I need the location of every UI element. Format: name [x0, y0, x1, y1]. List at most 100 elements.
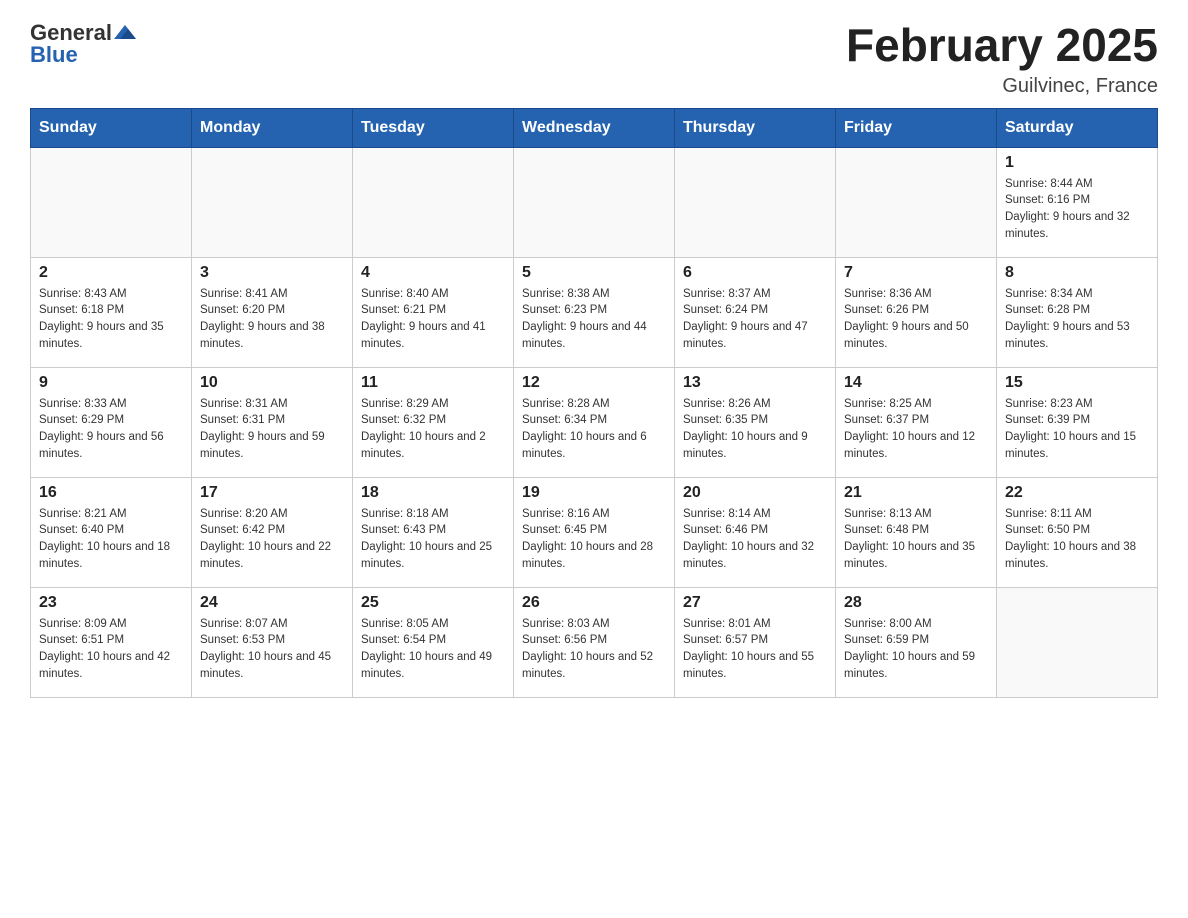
calendar-cell: 6Sunrise: 8:37 AMSunset: 6:24 PMDaylight… — [675, 257, 836, 367]
calendar-cell: 5 Sunrise: 8:38 AMSunset: 6:23 PMDaylight… — [514, 257, 675, 367]
day-number: 27 — [683, 594, 827, 612]
calendar-cell: 22 Sunrise: 8:11 AMSunset: 6:50 PMDayligh… — [997, 477, 1158, 587]
page-header: General Blue February 2025 Guilvinec, Fr… — [30, 20, 1158, 98]
calendar-cell: 4 Sunrise: 8:40 AMSunset: 6:21 PMDaylight… — [353, 257, 514, 367]
day-info: Sunrise: 8:21 AMSunset: 6:40 PMDaylight:… — [39, 506, 183, 573]
day-info: Sunrise: 8:31 AMSunset: 6:31 PMDaylight:… — [200, 396, 344, 463]
calendar-cell: 26 Sunrise: 8:03 AMSunset: 6:56 PMDayligh… — [514, 587, 675, 697]
calendar-cell: 21Sunrise: 8:13 AMSunset: 6:48 PMDayligh… — [836, 477, 997, 587]
calendar-cell: 17 Sunrise: 8:20 AMSunset: 6:42 PMDayligh… — [192, 477, 353, 587]
calendar-week-row: 2 Sunrise: 8:43 AMSunset: 6:18 PMDaylight… — [31, 257, 1158, 367]
day-info: Sunrise: 8:03 AMSunset: 6:56 PMDaylight:… — [522, 616, 666, 683]
day-info: Sunrise: 8:26 AMSunset: 6:35 PMDaylight:… — [683, 396, 827, 463]
calendar-week-row: 16 Sunrise: 8:21 AMSunset: 6:40 PMDayligh… — [31, 477, 1158, 587]
calendar-cell: 1 Sunrise: 8:44 AMSunset: 6:16 PMDaylight… — [997, 147, 1158, 257]
calendar-cell: 3 Sunrise: 8:41 AMSunset: 6:20 PMDaylight… — [192, 257, 353, 367]
day-number: 22 — [1005, 484, 1149, 502]
calendar-table: SundayMondayTuesdayWednesdayThursdayFrid… — [30, 108, 1158, 698]
day-info: Sunrise: 8:38 AMSunset: 6:23 PMDaylight:… — [522, 286, 666, 353]
calendar-header-friday: Friday — [836, 108, 997, 147]
calendar-cell — [675, 147, 836, 257]
day-number: 23 — [39, 594, 183, 612]
day-info: Sunrise: 8:37 AMSunset: 6:24 PMDaylight:… — [683, 286, 827, 353]
logo-blue-text: Blue — [30, 42, 78, 68]
calendar-cell — [192, 147, 353, 257]
day-number: 9 — [39, 374, 183, 392]
day-number: 21 — [844, 484, 988, 502]
day-number: 13 — [683, 374, 827, 392]
day-number: 14 — [844, 374, 988, 392]
calendar-cell: 7 Sunrise: 8:36 AMSunset: 6:26 PMDaylight… — [836, 257, 997, 367]
calendar-cell — [353, 147, 514, 257]
calendar-cell: 2 Sunrise: 8:43 AMSunset: 6:18 PMDaylight… — [31, 257, 192, 367]
title-block: February 2025 Guilvinec, France — [846, 20, 1158, 98]
calendar-header-monday: Monday — [192, 108, 353, 147]
day-info: Sunrise: 8:16 AMSunset: 6:45 PMDaylight:… — [522, 506, 666, 573]
day-info: Sunrise: 8:20 AMSunset: 6:42 PMDaylight:… — [200, 506, 344, 573]
calendar-header-wednesday: Wednesday — [514, 108, 675, 147]
calendar-cell: 28 Sunrise: 8:00 AMSunset: 6:59 PMDayligh… — [836, 587, 997, 697]
calendar-cell: 9Sunrise: 8:33 AMSunset: 6:29 PMDaylight… — [31, 367, 192, 477]
calendar-cell: 14Sunrise: 8:25 AMSunset: 6:37 PMDayligh… — [836, 367, 997, 477]
calendar-cell: 16 Sunrise: 8:21 AMSunset: 6:40 PMDayligh… — [31, 477, 192, 587]
calendar-cell: 10 Sunrise: 8:31 AMSunset: 6:31 PMDayligh… — [192, 367, 353, 477]
calendar-cell — [836, 147, 997, 257]
day-info: Sunrise: 8:14 AMSunset: 6:46 PMDaylight:… — [683, 506, 827, 573]
calendar-cell — [514, 147, 675, 257]
calendar-cell — [997, 587, 1158, 697]
day-number: 18 — [361, 484, 505, 502]
day-number: 28 — [844, 594, 988, 612]
day-number: 12 — [522, 374, 666, 392]
day-number: 10 — [200, 374, 344, 392]
day-info: Sunrise: 8:18 AMSunset: 6:43 PMDaylight:… — [361, 506, 505, 573]
day-number: 20 — [683, 484, 827, 502]
calendar-week-row: 9Sunrise: 8:33 AMSunset: 6:29 PMDaylight… — [31, 367, 1158, 477]
day-info: Sunrise: 8:41 AMSunset: 6:20 PMDaylight:… — [200, 286, 344, 353]
day-info: Sunrise: 8:36 AMSunset: 6:26 PMDaylight:… — [844, 286, 988, 353]
day-info: Sunrise: 8:01 AMSunset: 6:57 PMDaylight:… — [683, 616, 827, 683]
day-info: Sunrise: 8:23 AMSunset: 6:39 PMDaylight:… — [1005, 396, 1149, 463]
calendar-week-row: 23 Sunrise: 8:09 AMSunset: 6:51 PMDayligh… — [31, 587, 1158, 697]
day-number: 4 — [361, 264, 505, 282]
day-info: Sunrise: 8:00 AMSunset: 6:59 PMDaylight:… — [844, 616, 988, 683]
calendar-cell: 11 Sunrise: 8:29 AMSunset: 6:32 PMDayligh… — [353, 367, 514, 477]
day-number: 2 — [39, 264, 183, 282]
day-info: Sunrise: 8:29 AMSunset: 6:32 PMDaylight:… — [361, 396, 505, 463]
day-number: 19 — [522, 484, 666, 502]
calendar-cell — [31, 147, 192, 257]
day-number: 3 — [200, 264, 344, 282]
day-info: Sunrise: 8:44 AMSunset: 6:16 PMDaylight:… — [1005, 176, 1149, 243]
calendar-cell: 24 Sunrise: 8:07 AMSunset: 6:53 PMDayligh… — [192, 587, 353, 697]
calendar-header-tuesday: Tuesday — [353, 108, 514, 147]
day-number: 26 — [522, 594, 666, 612]
day-number: 17 — [200, 484, 344, 502]
day-number: 24 — [200, 594, 344, 612]
calendar-cell: 12Sunrise: 8:28 AMSunset: 6:34 PMDayligh… — [514, 367, 675, 477]
day-info: Sunrise: 8:07 AMSunset: 6:53 PMDaylight:… — [200, 616, 344, 683]
calendar-cell: 20 Sunrise: 8:14 AMSunset: 6:46 PMDayligh… — [675, 477, 836, 587]
day-info: Sunrise: 8:05 AMSunset: 6:54 PMDaylight:… — [361, 616, 505, 683]
location-subtitle: Guilvinec, France — [846, 75, 1158, 98]
calendar-cell: 27 Sunrise: 8:01 AMSunset: 6:57 PMDayligh… — [675, 587, 836, 697]
day-info: Sunrise: 8:40 AMSunset: 6:21 PMDaylight:… — [361, 286, 505, 353]
day-number: 15 — [1005, 374, 1149, 392]
calendar-header-saturday: Saturday — [997, 108, 1158, 147]
day-number: 16 — [39, 484, 183, 502]
day-number: 7 — [844, 264, 988, 282]
logo: General Blue — [30, 20, 136, 68]
calendar-cell: 25Sunrise: 8:05 AMSunset: 6:54 PMDayligh… — [353, 587, 514, 697]
logo-icon — [114, 21, 136, 43]
day-number: 11 — [361, 374, 505, 392]
calendar-header-sunday: Sunday — [31, 108, 192, 147]
calendar-cell: 15 Sunrise: 8:23 AMSunset: 6:39 PMDayligh… — [997, 367, 1158, 477]
day-number: 1 — [1005, 154, 1149, 172]
month-year-title: February 2025 — [846, 20, 1158, 71]
calendar-header-row: SundayMondayTuesdayWednesdayThursdayFrid… — [31, 108, 1158, 147]
calendar-cell: 18 Sunrise: 8:18 AMSunset: 6:43 PMDayligh… — [353, 477, 514, 587]
day-number: 8 — [1005, 264, 1149, 282]
calendar-cell: 19 Sunrise: 8:16 AMSunset: 6:45 PMDayligh… — [514, 477, 675, 587]
day-number: 5 — [522, 264, 666, 282]
day-info: Sunrise: 8:11 AMSunset: 6:50 PMDaylight:… — [1005, 506, 1149, 573]
day-info: Sunrise: 8:43 AMSunset: 6:18 PMDaylight:… — [39, 286, 183, 353]
day-info: Sunrise: 8:09 AMSunset: 6:51 PMDaylight:… — [39, 616, 183, 683]
